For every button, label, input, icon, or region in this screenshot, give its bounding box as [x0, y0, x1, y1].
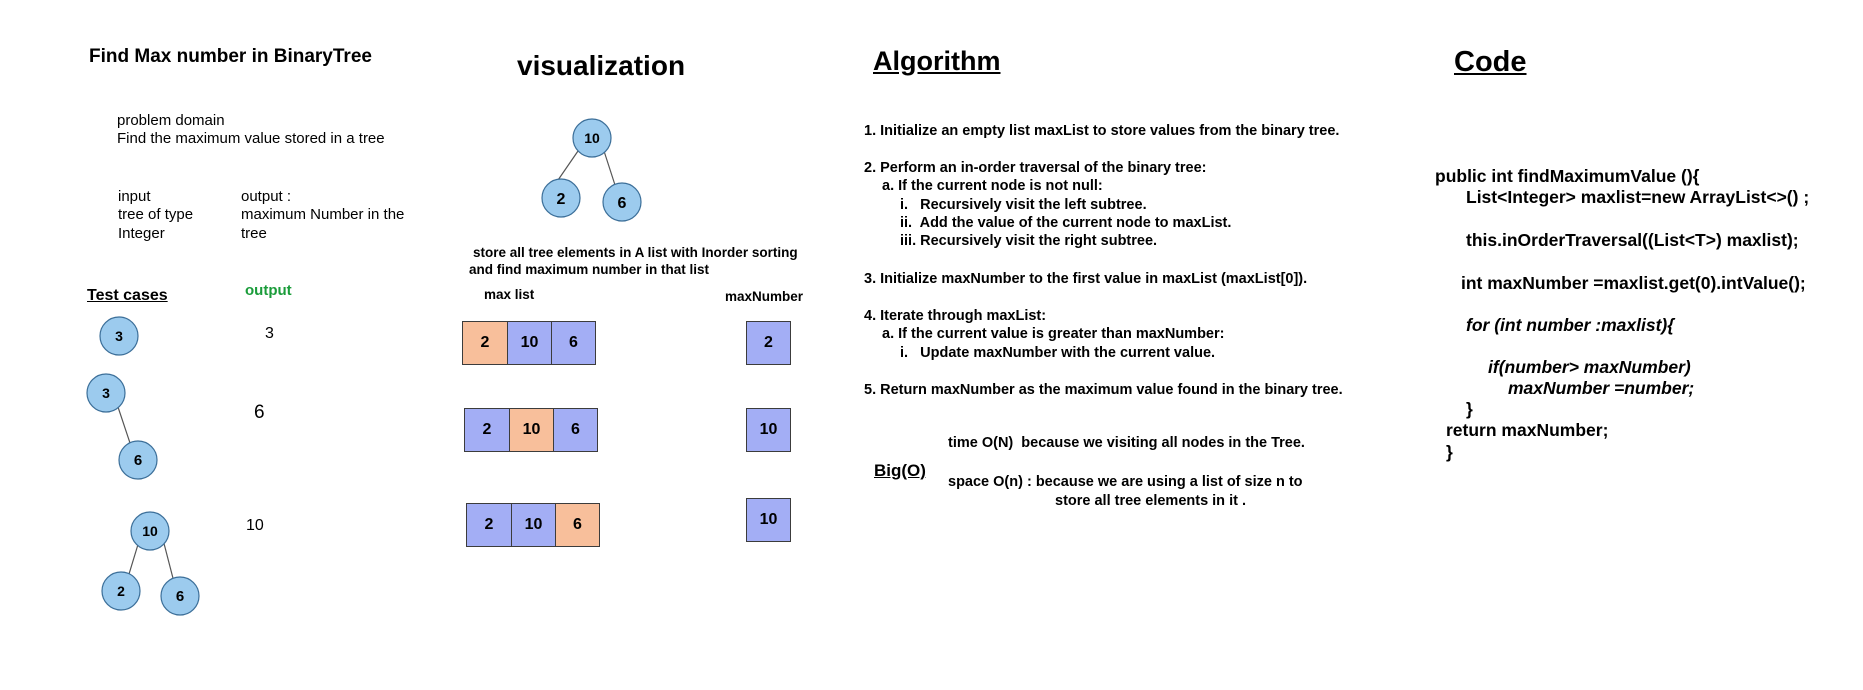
algorithm-title: Algorithm: [873, 46, 1001, 76]
algorithm-step: 5. Return maxNumber as the maximum value…: [864, 382, 1343, 398]
algorithm-step: iii. Recursively visit the right subtree…: [900, 233, 1158, 249]
tree-node-label: 2: [117, 583, 125, 599]
algorithm-step: ii. Add the value of the current node to…: [900, 215, 1232, 231]
code-line: List<Integer> maxlist=new ArrayList<>() …: [1466, 187, 1810, 207]
tree-node-label: 6: [618, 195, 627, 212]
list-cell: 2: [462, 321, 508, 365]
code-line: }: [1446, 442, 1453, 462]
max-number-cell: 2: [746, 321, 791, 365]
big-o-space-2: store all tree elements in it .: [1055, 493, 1246, 509]
code-line: }: [1466, 399, 1473, 419]
algorithm-step: 4. Iterate through maxList:: [864, 308, 1047, 324]
code-line: public int findMaximumValue (){: [1435, 166, 1700, 186]
algorithm-step: 2. Perform an in-order traversal of the …: [864, 160, 1207, 176]
max-number-cell: 10: [746, 408, 791, 452]
big-o-label: Big(O): [874, 461, 926, 480]
tree-edge: [603, 150, 616, 186]
list-cell: 6: [555, 503, 600, 547]
code-line: for (int number :maxlist){: [1466, 315, 1675, 335]
code-line: this.inOrderTraversal((List<T>) maxlist)…: [1466, 230, 1799, 250]
algorithm-step: 3. Initialize maxNumber to the first val…: [864, 271, 1308, 287]
code-line: return maxNumber;: [1446, 420, 1609, 440]
list-cell: 6: [551, 321, 596, 365]
visualization-title: visualization: [517, 50, 686, 81]
tree-node-label: 3: [102, 385, 110, 401]
tree-node-label: 10: [142, 523, 158, 539]
max-number-label: maxNumber: [725, 289, 804, 304]
tree-node-label: 10: [584, 130, 600, 146]
algorithm-step: 1. Initialize an empty list maxList to s…: [864, 123, 1340, 139]
code-title: Code: [1454, 46, 1527, 78]
tree-node-label: 2: [557, 191, 566, 208]
list-cell: 2: [466, 503, 512, 547]
algorithm-step: a. If the current node is not null:: [882, 178, 1103, 194]
list-cell: 10: [507, 321, 552, 365]
code-line: maxNumber =number;: [1508, 378, 1695, 398]
code-line: int maxNumber =maxlist.get(0).intValue()…: [1461, 273, 1806, 293]
tree-edge: [555, 150, 579, 184]
tree-node-label: 6: [176, 588, 184, 605]
algorithm-step: i. Update maxNumber with the current val…: [900, 345, 1216, 361]
big-o-time: time O(N) because we visiting all nodes …: [948, 435, 1305, 451]
big-o-space-1: space O(n) : because we are using a list…: [948, 474, 1303, 490]
tree-node-label: 6: [134, 452, 142, 469]
max-number-cell: 10: [746, 498, 791, 542]
list-cell: 6: [553, 408, 598, 452]
list-cell: 10: [511, 503, 556, 547]
code-line: if(number> maxNumber): [1488, 357, 1691, 377]
list-cell: 10: [509, 408, 554, 452]
algorithm-step: a. If the current value is greater than …: [882, 326, 1225, 342]
max-list-label: max list: [484, 287, 535, 302]
tree-node-label: 3: [115, 328, 123, 344]
visualization-note-2: and find maximum number in that list: [469, 262, 710, 277]
list-cell: 2: [464, 408, 510, 452]
visualization-note-1: store all tree elements in A list with I…: [473, 245, 798, 260]
algorithm-step: i. Recursively visit the left subtree.: [900, 197, 1147, 213]
